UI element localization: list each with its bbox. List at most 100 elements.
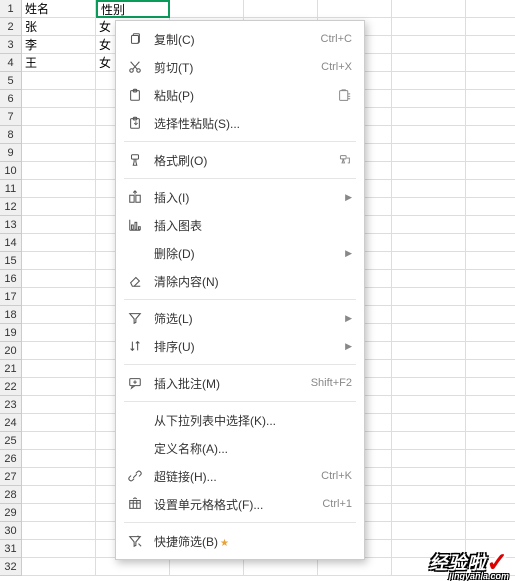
cell[interactable]	[466, 522, 515, 540]
cell[interactable]	[466, 306, 515, 324]
cell[interactable]	[22, 180, 96, 198]
menu-delete[interactable]: 删除(D) ▶	[116, 239, 364, 267]
row-header[interactable]: 17	[0, 288, 22, 306]
cell[interactable]	[466, 162, 515, 180]
cell[interactable]	[392, 36, 466, 54]
cell[interactable]	[466, 396, 515, 414]
cell[interactable]	[392, 198, 466, 216]
row-header[interactable]: 14	[0, 234, 22, 252]
cell-a4[interactable]: 王	[22, 54, 96, 72]
cell[interactable]	[392, 288, 466, 306]
row-header[interactable]: 27	[0, 468, 22, 486]
cell[interactable]	[22, 108, 96, 126]
cell[interactable]	[392, 342, 466, 360]
menu-format-cells[interactable]: 设置单元格格式(F)... Ctrl+1	[116, 490, 364, 518]
cell[interactable]	[318, 0, 392, 18]
row-header[interactable]: 10	[0, 162, 22, 180]
cell[interactable]	[392, 216, 466, 234]
cell[interactable]	[466, 342, 515, 360]
cell[interactable]	[392, 54, 466, 72]
cell[interactable]	[392, 270, 466, 288]
row-header[interactable]: 9	[0, 144, 22, 162]
cell[interactable]	[466, 108, 515, 126]
cell[interactable]	[392, 90, 466, 108]
menu-sort[interactable]: 排序(U) ▶	[116, 332, 364, 360]
cell[interactable]	[22, 306, 96, 324]
cell[interactable]	[22, 342, 96, 360]
cell[interactable]	[22, 144, 96, 162]
row-header[interactable]: 5	[0, 72, 22, 90]
cell[interactable]	[466, 432, 515, 450]
cell[interactable]	[392, 108, 466, 126]
cell[interactable]	[22, 414, 96, 432]
row-header[interactable]: 26	[0, 450, 22, 468]
cell[interactable]	[22, 90, 96, 108]
cell[interactable]	[466, 504, 515, 522]
cell[interactable]	[22, 252, 96, 270]
row-header[interactable]: 23	[0, 396, 22, 414]
row-header[interactable]: 29	[0, 504, 22, 522]
cell[interactable]	[244, 558, 318, 576]
cell[interactable]	[466, 72, 515, 90]
cell[interactable]	[22, 540, 96, 558]
cell[interactable]	[392, 0, 466, 18]
cell[interactable]	[22, 126, 96, 144]
row-header[interactable]: 21	[0, 360, 22, 378]
cell[interactable]	[466, 288, 515, 306]
cell[interactable]	[392, 306, 466, 324]
menu-insert-chart[interactable]: 插入图表	[116, 211, 364, 239]
cell[interactable]	[318, 558, 392, 576]
cell[interactable]	[392, 234, 466, 252]
cell[interactable]	[392, 144, 466, 162]
cell[interactable]	[466, 234, 515, 252]
cell[interactable]	[466, 198, 515, 216]
row-header[interactable]: 18	[0, 306, 22, 324]
row-header[interactable]: 2	[0, 18, 22, 36]
cell[interactable]	[466, 126, 515, 144]
cell[interactable]	[22, 270, 96, 288]
cell[interactable]	[22, 198, 96, 216]
row-header[interactable]: 30	[0, 522, 22, 540]
row-header[interactable]: 8	[0, 126, 22, 144]
cell[interactable]	[466, 180, 515, 198]
row-header[interactable]: 13	[0, 216, 22, 234]
menu-copy[interactable]: 复制(C) Ctrl+C	[116, 25, 364, 53]
cell[interactable]	[466, 414, 515, 432]
menu-format-painter[interactable]: 格式刷(O)	[116, 146, 364, 174]
row-header[interactable]: 1	[0, 0, 22, 18]
row-header[interactable]: 3	[0, 36, 22, 54]
cell[interactable]	[392, 324, 466, 342]
cell-a1[interactable]: 姓名	[22, 0, 96, 18]
row-header[interactable]: 22	[0, 378, 22, 396]
cell[interactable]	[22, 216, 96, 234]
menu-clear[interactable]: 清除内容(N)	[116, 267, 364, 295]
cell[interactable]	[466, 90, 515, 108]
cell[interactable]	[392, 252, 466, 270]
menu-define-name[interactable]: 定义名称(A)...	[116, 434, 364, 462]
cell[interactable]	[22, 378, 96, 396]
cell[interactable]	[22, 432, 96, 450]
cell[interactable]	[170, 0, 244, 18]
cell-b1-selected[interactable]: 性别	[96, 0, 170, 18]
cell[interactable]	[392, 522, 466, 540]
cell[interactable]	[392, 72, 466, 90]
cell[interactable]	[466, 252, 515, 270]
row-header[interactable]: 15	[0, 252, 22, 270]
menu-hyperlink[interactable]: 超链接(H)... Ctrl+K	[116, 462, 364, 490]
cell[interactable]	[392, 360, 466, 378]
row-header[interactable]: 12	[0, 198, 22, 216]
row-header[interactable]: 19	[0, 324, 22, 342]
cell[interactable]	[170, 558, 244, 576]
menu-cut[interactable]: 剪切(T) Ctrl+X	[116, 53, 364, 81]
row-header[interactable]: 31	[0, 540, 22, 558]
menu-filter[interactable]: 筛选(L) ▶	[116, 304, 364, 332]
cell[interactable]	[392, 378, 466, 396]
cell[interactable]	[22, 234, 96, 252]
row-header[interactable]: 25	[0, 432, 22, 450]
cell[interactable]	[22, 162, 96, 180]
cell[interactable]	[392, 486, 466, 504]
cell[interactable]	[22, 522, 96, 540]
cell[interactable]	[22, 558, 96, 576]
cell[interactable]	[466, 18, 515, 36]
cell-a2[interactable]: 张	[22, 18, 96, 36]
